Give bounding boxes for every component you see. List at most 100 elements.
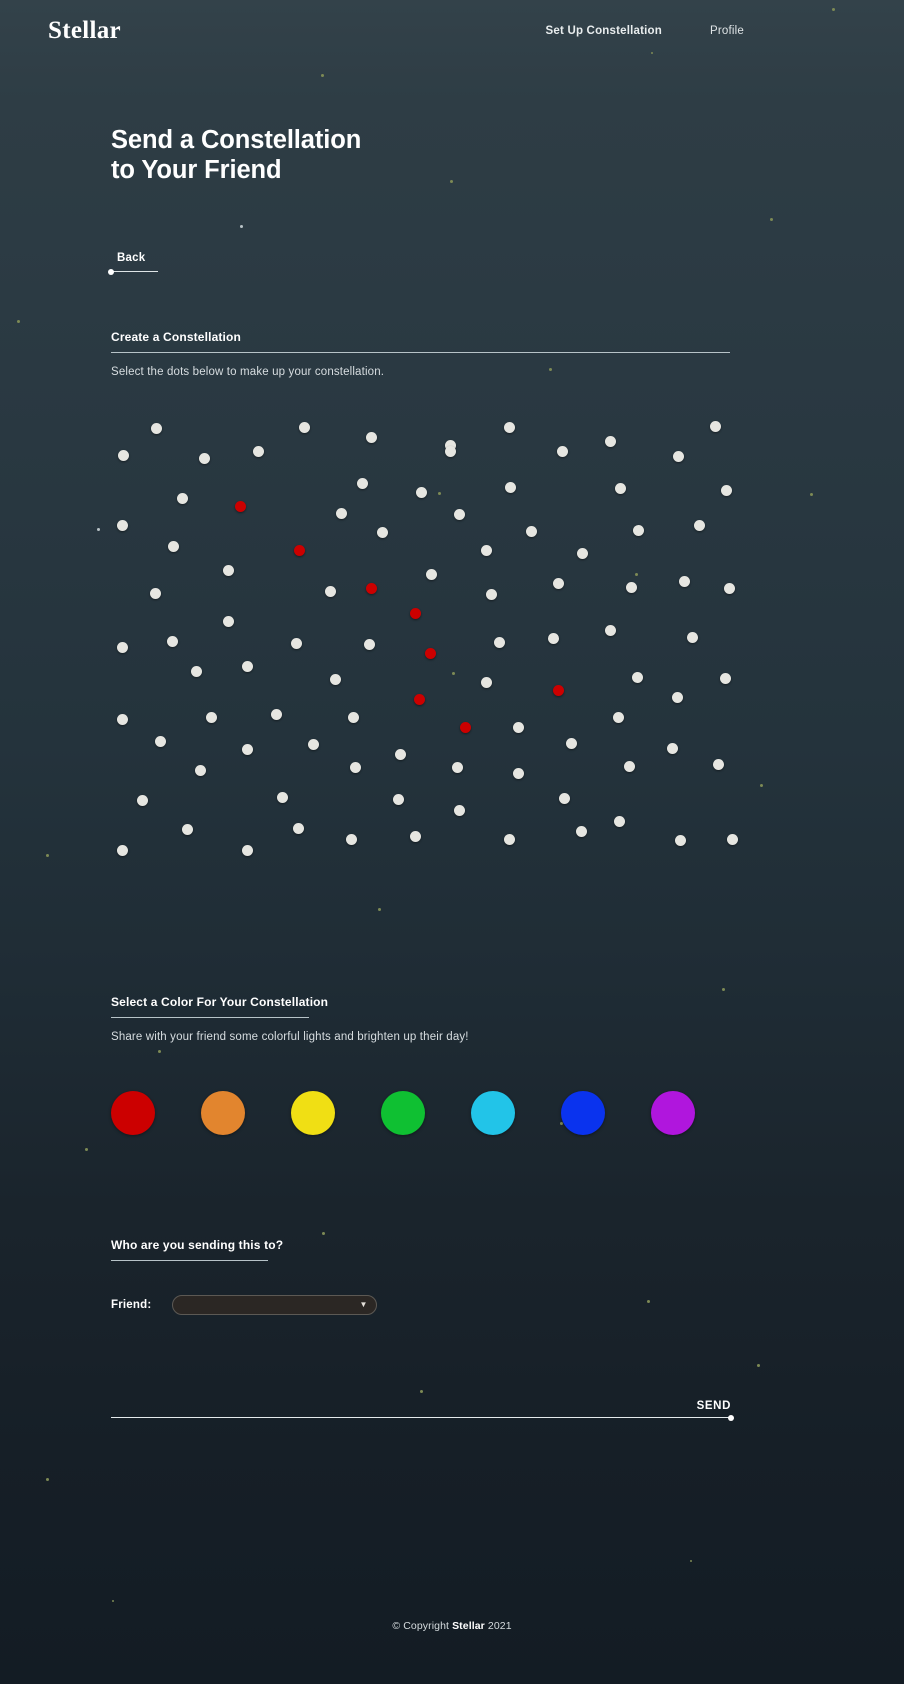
constellation-dot-selected[interactable] bbox=[410, 608, 421, 620]
constellation-dot[interactable] bbox=[366, 432, 377, 444]
constellation-dot[interactable] bbox=[513, 722, 524, 734]
constellation-dot[interactable] bbox=[150, 588, 161, 600]
constellation-dot[interactable] bbox=[557, 446, 568, 458]
constellation-dot[interactable] bbox=[548, 633, 559, 645]
constellation-dot[interactable] bbox=[393, 794, 404, 806]
constellation-dot[interactable] bbox=[426, 569, 437, 581]
color-swatch-purple[interactable] bbox=[651, 1091, 695, 1136]
constellation-dot[interactable] bbox=[117, 845, 128, 857]
constellation-dot[interactable] bbox=[308, 739, 319, 751]
constellation-dot-selected[interactable] bbox=[460, 722, 471, 734]
constellation-dot[interactable] bbox=[242, 661, 253, 673]
constellation-dot[interactable] bbox=[632, 672, 643, 684]
constellation-dot[interactable] bbox=[721, 485, 732, 497]
constellation-dot[interactable] bbox=[679, 576, 690, 588]
constellation-dot[interactable] bbox=[724, 583, 735, 595]
constellation-dot[interactable] bbox=[626, 582, 637, 594]
constellation-dot[interactable] bbox=[673, 451, 684, 463]
constellation-dot[interactable] bbox=[667, 743, 678, 755]
nav-item-profile[interactable]: Profile bbox=[710, 25, 744, 37]
constellation-dot[interactable] bbox=[454, 509, 465, 521]
constellation-dot[interactable] bbox=[195, 765, 206, 777]
nav-item-set-up-constellation[interactable]: Set Up Constellation bbox=[546, 25, 662, 37]
constellation-dot[interactable] bbox=[348, 712, 359, 724]
constellation-dot[interactable] bbox=[614, 816, 625, 828]
constellation-dot[interactable] bbox=[364, 639, 375, 651]
constellation-dot[interactable] bbox=[242, 744, 253, 756]
constellation-dot[interactable] bbox=[710, 421, 721, 433]
constellation-dot[interactable] bbox=[504, 834, 515, 846]
constellation-dot[interactable] bbox=[559, 793, 570, 805]
constellation-dot[interactable] bbox=[177, 493, 188, 505]
constellation-dot[interactable] bbox=[377, 527, 388, 539]
constellation-dot[interactable] bbox=[454, 805, 465, 817]
color-swatch-green[interactable] bbox=[381, 1091, 425, 1136]
constellation-dot[interactable] bbox=[504, 422, 515, 434]
constellation-dot[interactable] bbox=[118, 450, 129, 462]
constellation-dot[interactable] bbox=[271, 709, 282, 721]
constellation-dot[interactable] bbox=[223, 616, 234, 628]
constellation-dot[interactable] bbox=[624, 761, 635, 773]
back-button[interactable]: Back bbox=[108, 248, 158, 275]
constellation-dot[interactable] bbox=[299, 422, 310, 434]
color-swatch-red[interactable] bbox=[111, 1091, 155, 1136]
constellation-dot[interactable] bbox=[615, 483, 626, 495]
constellation-dot-selected[interactable] bbox=[425, 648, 436, 660]
constellation-dot[interactable] bbox=[182, 824, 193, 836]
constellation-dot[interactable] bbox=[155, 736, 166, 748]
constellation-dot-selected[interactable] bbox=[235, 501, 246, 513]
constellation-dot[interactable] bbox=[713, 759, 724, 771]
constellation-dot[interactable] bbox=[605, 436, 616, 448]
color-swatch-blue[interactable] bbox=[561, 1091, 605, 1136]
constellation-dot[interactable] bbox=[526, 526, 537, 538]
constellation-dot[interactable] bbox=[494, 637, 505, 649]
constellation-dot-selected[interactable] bbox=[294, 545, 305, 557]
constellation-dot[interactable] bbox=[452, 762, 463, 774]
constellation-dot[interactable] bbox=[167, 636, 178, 648]
constellation-dot[interactable] bbox=[346, 834, 357, 846]
constellation-dot[interactable] bbox=[481, 545, 492, 557]
constellation-dot[interactable] bbox=[445, 446, 456, 458]
constellation-dot[interactable] bbox=[168, 541, 179, 553]
constellation-dot-selected[interactable] bbox=[553, 685, 564, 697]
constellation-dot-selected[interactable] bbox=[366, 583, 377, 595]
constellation-dot[interactable] bbox=[416, 487, 427, 499]
constellation-dot[interactable] bbox=[675, 835, 686, 847]
constellation-dot[interactable] bbox=[330, 674, 341, 686]
constellation-dot[interactable] bbox=[137, 795, 148, 807]
constellation-dot[interactable] bbox=[117, 520, 128, 532]
constellation-dot[interactable] bbox=[357, 478, 368, 490]
constellation-dot[interactable] bbox=[336, 508, 347, 520]
constellation-dot[interactable] bbox=[242, 845, 253, 857]
constellation-dot[interactable] bbox=[605, 625, 616, 637]
constellation-dot[interactable] bbox=[191, 666, 202, 678]
constellation-dot[interactable] bbox=[223, 565, 234, 577]
color-swatch-cyan[interactable] bbox=[471, 1091, 515, 1136]
constellation-dot[interactable] bbox=[151, 423, 162, 435]
constellation-dot[interactable] bbox=[727, 834, 738, 846]
send-button[interactable]: SEND bbox=[697, 1400, 731, 1412]
constellation-dot[interactable] bbox=[486, 589, 497, 601]
constellation-dot[interactable] bbox=[613, 712, 624, 724]
constellation-dot[interactable] bbox=[577, 548, 588, 560]
constellation-dot[interactable] bbox=[720, 673, 731, 685]
constellation-dot[interactable] bbox=[633, 525, 644, 537]
constellation-dot[interactable] bbox=[395, 749, 406, 761]
constellation-dot[interactable] bbox=[325, 586, 336, 598]
constellation-dot[interactable] bbox=[293, 823, 304, 835]
constellation-dot[interactable] bbox=[481, 677, 492, 689]
brand-logo[interactable]: Stellar bbox=[48, 17, 121, 45]
constellation-dot[interactable] bbox=[672, 692, 683, 704]
constellation-dot[interactable] bbox=[350, 762, 361, 774]
constellation-dot-selected[interactable] bbox=[414, 694, 425, 706]
constellation-dot[interactable] bbox=[687, 632, 698, 644]
constellation-dot[interactable] bbox=[410, 831, 421, 843]
constellation-dot[interactable] bbox=[117, 714, 128, 726]
constellation-dot[interactable] bbox=[553, 578, 564, 590]
constellation-dot[interactable] bbox=[206, 712, 217, 724]
friend-select[interactable]: ▼ bbox=[172, 1295, 378, 1316]
constellation-dot[interactable] bbox=[694, 520, 705, 532]
constellation-dot[interactable] bbox=[117, 642, 128, 654]
color-swatch-orange[interactable] bbox=[201, 1091, 245, 1136]
constellation-dot-grid[interactable] bbox=[111, 410, 771, 900]
